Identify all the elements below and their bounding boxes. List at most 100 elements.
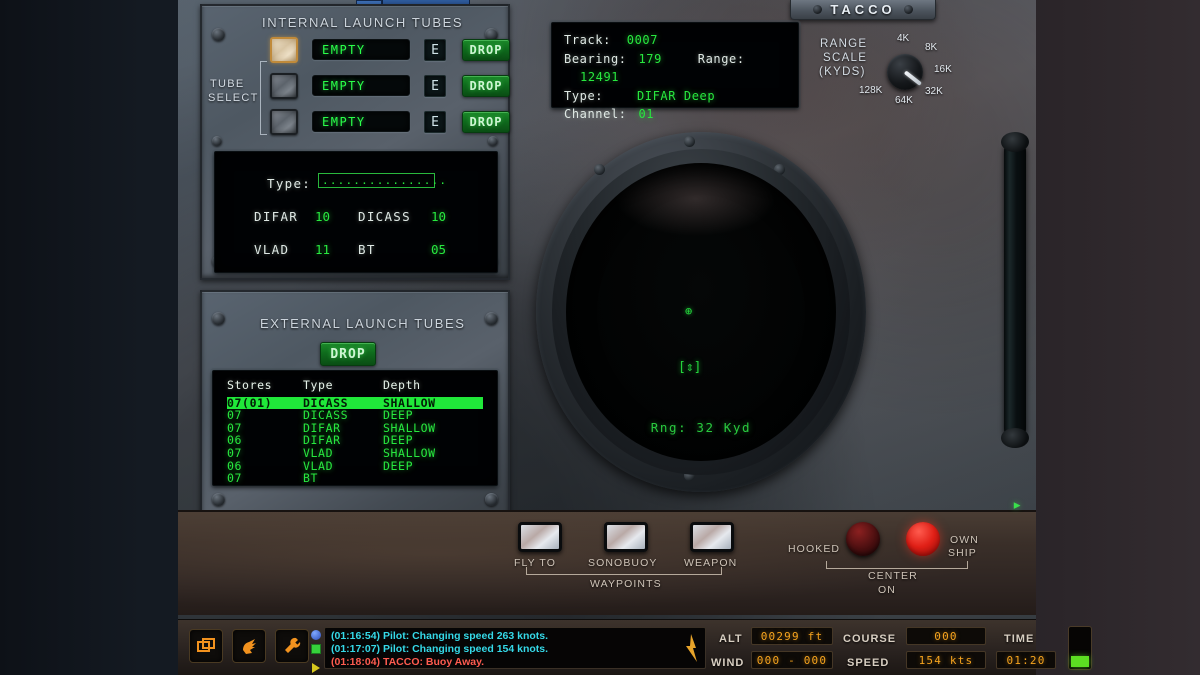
center-on-hooked-button[interactable] [846, 522, 880, 556]
table-row[interactable]: 06 VLAD DEEP [227, 458, 483, 473]
inventory-bt-label: BT [358, 242, 376, 257]
inventory-vlad-label: VLAD [254, 242, 290, 257]
cell-stores: 07 [227, 471, 243, 486]
weapon-button[interactable] [690, 522, 734, 552]
rivet-icon [594, 164, 605, 175]
alert-indicator [681, 629, 701, 667]
table-row[interactable]: 07 BT [227, 472, 483, 485]
rivet-icon [488, 136, 498, 146]
course-value: 000 [906, 627, 986, 645]
log-message: (01:16:54) Pilot: Changing speed 263 kno… [331, 630, 549, 642]
table-row[interactable]: 07 VLAD SHALLOW [227, 447, 483, 460]
cell-stores: 07 [227, 445, 243, 460]
cell-stores: 07 [227, 408, 243, 423]
external-stores-display: Stores Type Depth 07(01) DICASS SHALLOW … [212, 370, 498, 486]
channel-value: 01 [638, 107, 655, 121]
range-tick-4k[interactable]: 4K [897, 33, 909, 44]
windows-icon-button[interactable] [189, 629, 223, 663]
alt-label: ALT [719, 633, 743, 645]
range-tick-16k[interactable]: 16K [934, 64, 952, 75]
course-label: COURSE [843, 633, 897, 645]
range-tick-8k[interactable]: 8K [925, 42, 937, 53]
buoy-type-value: DIFAR Deep [636, 88, 716, 103]
stores-table-header: Stores Type Depth [227, 379, 483, 392]
cell-type: DICASS [303, 408, 349, 423]
panel-grab-handle[interactable] [1001, 132, 1029, 448]
rivet-icon [212, 136, 222, 146]
hand-icon-button[interactable] [232, 629, 266, 663]
tacco-title: TACCO [830, 2, 896, 17]
tube-eject-button-3[interactable]: E [424, 111, 446, 133]
table-row[interactable]: 07 DIFAR SHALLOW [227, 422, 483, 435]
inventory-type-value: ................ [322, 174, 448, 187]
tube-status-2: EMPTY [312, 75, 410, 96]
rivet-icon [485, 493, 498, 506]
status-bar: (01:16:54) Pilot: Changing speed 263 kno… [178, 619, 1092, 675]
inventory-dicass-value: 10 [431, 209, 447, 224]
log-message: (01:17:07) Pilot: Changing speed 154 kno… [331, 643, 549, 655]
rivet-icon [485, 312, 498, 325]
fuel-gauge [1068, 626, 1092, 670]
tactical-radar-display[interactable]: ⊕ [⇕] Rng: 32 Kyd [536, 132, 866, 492]
range-scale-knob[interactable] [887, 54, 923, 90]
cell-depth: DEEP [383, 458, 414, 473]
sonobuoy-button[interactable] [604, 522, 648, 552]
rivet-icon [212, 312, 225, 325]
internal-panel-title: INTERNAL LAUNCH TUBES [262, 15, 464, 30]
hooked-contact-symbol-icon[interactable]: [⇕] [678, 361, 701, 374]
range-scale-label-1: RANGE [820, 38, 868, 50]
msg-scroll-play-icon[interactable] [311, 658, 321, 673]
bottom-control-strip: FLY TO SONOBUOY WEAPON WAYPOINTS HOOKED … [178, 510, 1036, 615]
tube-drop-button-1[interactable]: DROP [462, 39, 510, 61]
cell-depth: DEEP [383, 408, 414, 423]
inventory-type-field[interactable]: ................ [318, 173, 446, 188]
msg-filter-system-dot[interactable] [311, 630, 321, 640]
game-screen: AUTOCREW DAMAGE ◂◂ TACCO INTERNAL LAUNCH… [0, 0, 1200, 675]
tube-status-3: EMPTY [312, 111, 410, 132]
tube-select-thumb-2[interactable] [270, 73, 298, 99]
track-label: Track: [564, 33, 611, 47]
tube-eject-button-2[interactable]: E [424, 75, 446, 97]
range-tick-64k[interactable]: 64K [895, 95, 913, 106]
inventory-difar-label: DIFAR [254, 209, 299, 224]
waypoints-bracket [526, 566, 722, 575]
external-drop-button[interactable]: DROP [320, 342, 376, 366]
stores-table: Stores Type Depth 07(01) DICASS SHALLOW … [227, 379, 483, 485]
msg-filter-green-square[interactable] [311, 644, 321, 654]
bearing-label: Bearing: [564, 51, 627, 66]
fly-to-button[interactable] [518, 522, 562, 552]
time-value: 01:20 [996, 651, 1056, 669]
tube-drop-button-2[interactable]: DROP [462, 75, 510, 97]
alt-value: 00299 ft [751, 627, 833, 645]
range-tick-128k[interactable]: 128K [859, 85, 882, 96]
tube-select-thumb-1[interactable] [270, 37, 298, 63]
tacco-dot-right-icon [903, 5, 913, 14]
bearing-value: 179 [638, 51, 662, 66]
table-row[interactable]: 07(01) DICASS SHALLOW [227, 396, 483, 410]
windows-icon [197, 638, 215, 652]
tube-select-thumb-3[interactable] [270, 109, 298, 135]
speed-label: SPEED [847, 657, 890, 669]
rivet-icon [212, 493, 225, 506]
stores-col-depth: Depth [383, 378, 421, 392]
message-log[interactable]: (01:16:54) Pilot: Changing speed 263 kno… [324, 627, 706, 669]
inventory-difar-value: 10 [315, 209, 331, 224]
chevron-right-icon[interactable]: ▸ [1012, 495, 1022, 515]
wrench-icon [285, 637, 301, 653]
sonobuoy-symbol-icon[interactable]: ⊕ [685, 305, 692, 317]
tube-drop-button-3[interactable]: DROP [462, 111, 510, 133]
range-tick-32k[interactable]: 32K [925, 86, 943, 97]
sonobuoy-inventory-display: Type: ................ DIFAR 10 DICASS 1… [214, 151, 498, 273]
external-panel-title: EXTERNAL LAUNCH TUBES [260, 316, 466, 331]
radar-screen[interactable]: ⊕ [⇕] Rng: 32 Kyd [566, 163, 836, 461]
tacco-title-tab: TACCO [790, 0, 936, 20]
center-on-own-ship-button[interactable] [906, 522, 940, 556]
wrench-icon-button[interactable] [275, 629, 309, 663]
tube-select-bracket [260, 61, 267, 135]
time-label: TIME [1004, 633, 1035, 645]
waypoints-group-label: WAYPOINTS [590, 578, 662, 590]
table-row[interactable]: 06 DIFAR DEEP [227, 434, 483, 447]
own-ship-label-1: OWN [950, 534, 979, 546]
tube-eject-button-1[interactable]: E [424, 39, 446, 61]
table-row[interactable]: 07 DICASS DEEP [227, 409, 483, 422]
